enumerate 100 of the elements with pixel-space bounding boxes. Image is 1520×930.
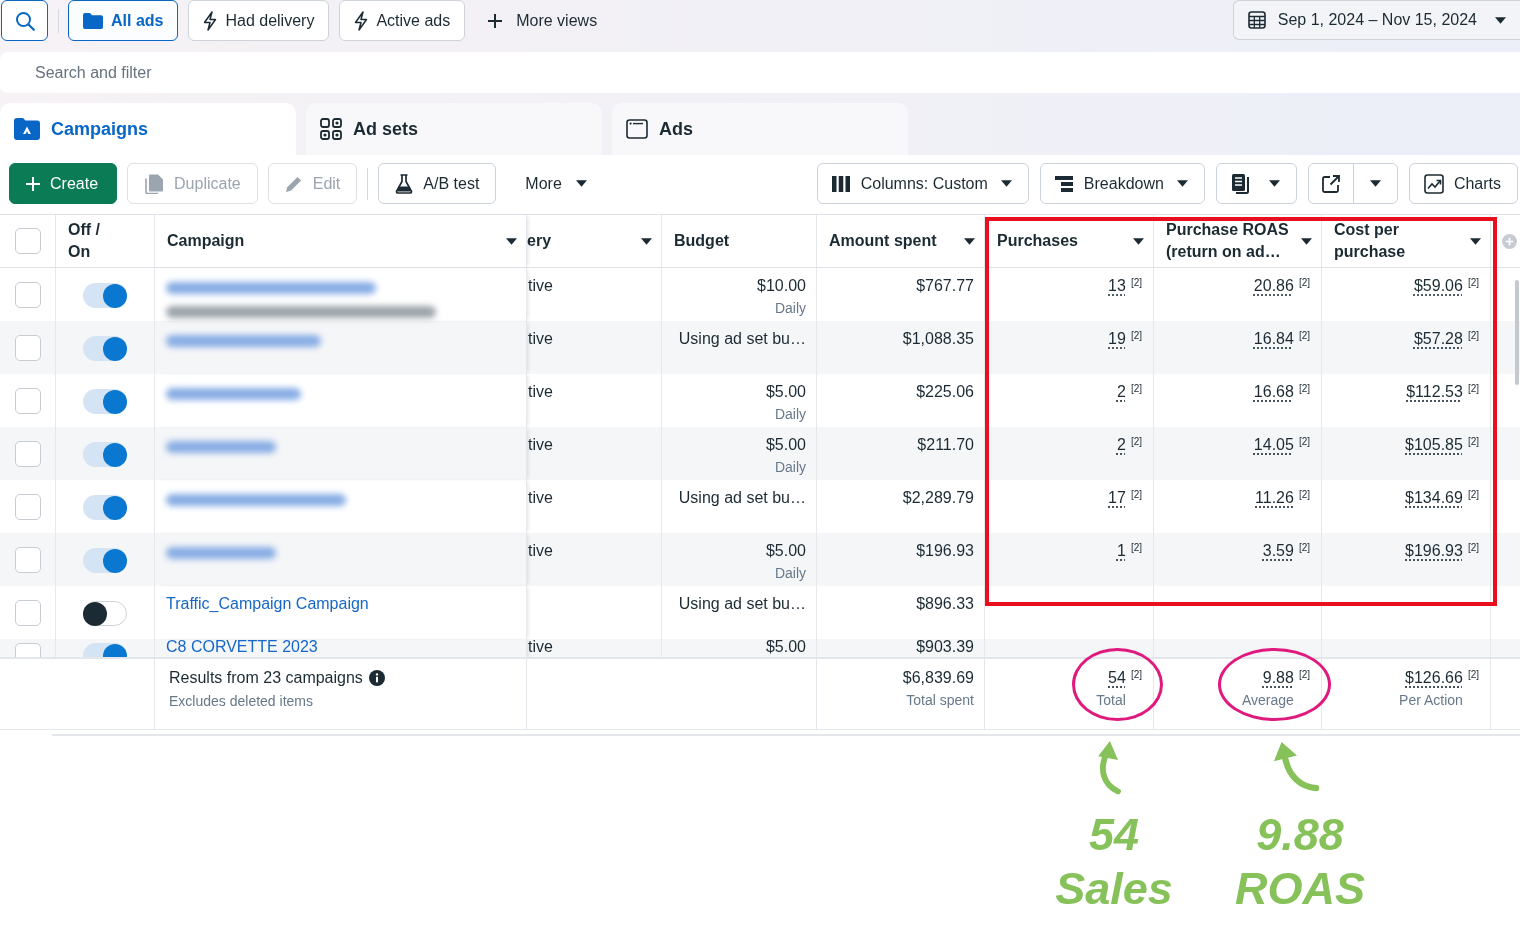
- footnote-mark: [2]: [1298, 668, 1310, 681]
- amount-spent: $1,088.35: [902, 329, 974, 349]
- metric-value: 1: [1116, 541, 1126, 561]
- toggle-switch[interactable]: [83, 389, 127, 414]
- row-checkbox[interactable]: [14, 388, 41, 414]
- footnote-mark: [2]: [1298, 435, 1310, 448]
- footnote-mark: [2]: [1130, 668, 1142, 681]
- caret-down-icon: [1176, 180, 1188, 187]
- footnote-mark: [2]: [1298, 329, 1310, 342]
- menu-button[interactable]: Breakdown: [1039, 163, 1205, 204]
- toolbar-button[interactable]: Charts: [1408, 163, 1518, 204]
- row-checkbox[interactable]: [14, 441, 41, 467]
- budget-text: Using ad set bu…: [678, 329, 806, 349]
- column-header: Budget: [674, 231, 731, 251]
- lightning-icon: [203, 10, 218, 31]
- row-checkbox[interactable]: [14, 547, 41, 573]
- search-field[interactable]: Search and filter: [0, 52, 1520, 93]
- caret-down-icon[interactable]: [1470, 237, 1481, 245]
- view-button[interactable]: Active ads: [339, 0, 466, 41]
- toggle-switch[interactable]: [83, 283, 127, 308]
- row-checkbox[interactable]: [14, 335, 41, 361]
- grid-icon: [320, 118, 342, 140]
- caret-down-icon[interactable]: [1301, 237, 1312, 245]
- footnote-mark: [2]: [1467, 488, 1479, 501]
- metric-value: 11.26: [1255, 488, 1294, 508]
- total-label: Total spent: [906, 691, 974, 709]
- budget-period: Daily: [774, 299, 806, 317]
- window-icon: [626, 119, 648, 139]
- search-button[interactable]: [1, 0, 48, 41]
- amount-spent: $225.06: [916, 382, 974, 402]
- view-button[interactable]: Had delivery: [188, 0, 330, 41]
- caret-down-icon: [1495, 16, 1506, 24]
- footnote-mark: [2]: [1130, 329, 1142, 342]
- row-checkbox[interactable]: [14, 494, 41, 520]
- total-value: 9.88: [1262, 668, 1294, 688]
- toggle-switch[interactable]: [83, 442, 127, 467]
- caret-down-icon: [1268, 180, 1280, 187]
- bars-icon: [1054, 175, 1073, 192]
- select-all-checkbox[interactable]: [14, 228, 41, 254]
- campaign-link[interactable]: Traffic_Campaign Campaign: [166, 595, 369, 612]
- dropdown-button[interactable]: [1215, 163, 1297, 204]
- column-header: Campaign: [167, 231, 246, 251]
- row-checkbox[interactable]: [14, 600, 41, 626]
- callout-label: Sales: [1055, 862, 1173, 916]
- tab[interactable]: Ads: [612, 103, 908, 155]
- menu-button[interactable]: Columns: Custom: [816, 163, 1029, 204]
- caret-down-icon[interactable]: [1133, 237, 1144, 245]
- footnote-mark: [2]: [1298, 276, 1310, 289]
- view-button[interactable]: All ads: [68, 0, 179, 41]
- footnote-mark: [2]: [1467, 382, 1479, 395]
- date-range-button[interactable]: Sep 1, 2024 – Nov 15, 2024: [1232, 0, 1520, 40]
- metric-value: 14.05: [1253, 435, 1294, 455]
- caret-down-icon: [1369, 180, 1381, 187]
- budget-period: Daily: [774, 458, 806, 476]
- column-header: Amount spent: [829, 231, 938, 251]
- footnote-mark: [2]: [1130, 382, 1142, 395]
- caret-down-icon[interactable]: [641, 237, 652, 245]
- column-header: Cost per purchase: [1334, 220, 1407, 262]
- amount-spent: $211.70: [917, 435, 974, 455]
- footnote-mark: [2]: [1467, 541, 1479, 554]
- info-icon[interactable]: [368, 670, 385, 686]
- footnote-mark: [2]: [1467, 668, 1479, 681]
- column-header: Purchase ROAS (return on ad…: [1166, 220, 1290, 262]
- line-chart-icon: [1423, 173, 1444, 194]
- scrollbar-thumb[interactable]: [1515, 280, 1519, 385]
- metric-value: 13: [1108, 276, 1126, 296]
- metric-value: $196.93: [1405, 541, 1463, 561]
- plus-icon: [26, 176, 40, 191]
- toggle-switch[interactable]: [83, 495, 127, 520]
- metric-value: 17: [1108, 488, 1126, 508]
- budget-text: $5.00: [765, 435, 806, 455]
- row-checkbox[interactable]: [14, 282, 41, 308]
- pencil-icon: [284, 174, 303, 193]
- total-label: Per Action: [1399, 691, 1463, 709]
- toggle-switch[interactable]: [83, 548, 127, 573]
- tab[interactable]: Campaigns: [0, 103, 296, 155]
- metric-value: 20.86: [1253, 276, 1294, 296]
- primary-button[interactable]: Create: [9, 163, 118, 204]
- callout-value: 54: [1088, 808, 1140, 862]
- campaign-link[interactable]: C8 CORVETTE 2023: [166, 638, 318, 655]
- search-icon: [14, 10, 35, 31]
- tab[interactable]: Ad sets: [306, 103, 602, 155]
- columns-icon: [831, 175, 850, 192]
- callout-value: 9.88: [1256, 808, 1344, 862]
- footnote-mark: [2]: [1298, 488, 1310, 501]
- toolbar-button[interactable]: A/B test: [378, 163, 497, 204]
- footnote-mark: [2]: [1467, 329, 1479, 342]
- caret-down-icon[interactable]: [506, 237, 517, 245]
- metric-value: 16.68: [1253, 382, 1294, 402]
- footnote-mark: [2]: [1130, 435, 1142, 448]
- budget-text: $5.00: [765, 382, 806, 402]
- caret-down-icon[interactable]: [964, 237, 975, 245]
- budget-text: Using ad set bu…: [678, 488, 806, 508]
- toggle-switch[interactable]: [83, 601, 127, 626]
- cell-text: tive: [528, 436, 553, 453]
- cell-text: tive: [528, 638, 553, 655]
- toggle-switch[interactable]: [83, 336, 127, 361]
- amount-spent: $196.93: [916, 541, 974, 561]
- more-views-button[interactable]: More views: [475, 0, 613, 41]
- documents-icon: [1230, 173, 1251, 194]
